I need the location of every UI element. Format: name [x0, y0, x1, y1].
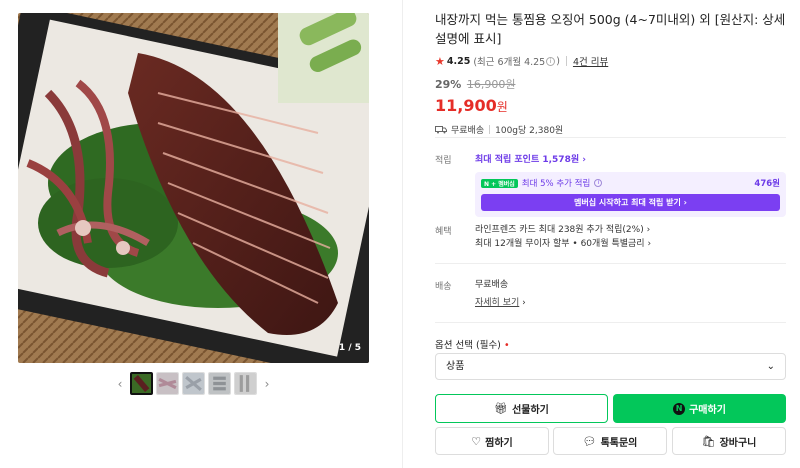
required-mark: • — [503, 340, 510, 351]
extra-points-text: 최대 5% 추가 적립 — [521, 179, 591, 189]
naver-pay-icon: N — [673, 402, 686, 415]
max-points-text: 최대 적립 포인트 1,578원 — [475, 155, 580, 165]
rating-row: ★ 4.25 (최근 6개월 4.25 i ) 4건 리뷰 — [435, 54, 786, 69]
truck-icon — [435, 126, 447, 134]
delivery-label: 배송 — [435, 282, 452, 292]
info-icon[interactable]: i — [594, 179, 603, 187]
chevron-down-icon: ⌄ — [766, 361, 775, 372]
membership-button-label: 멤버십 시작하고 최대 적립 받기 — [574, 198, 681, 207]
thumbnail-1[interactable] — [130, 372, 153, 395]
benefits-section: 혜택 라인프렌즈 카드 최대 238원 추가 적립(2%) › 최대 12개월 … — [435, 223, 786, 255]
price-unit: 원 — [496, 100, 508, 114]
column-divider — [402, 0, 403, 468]
option-selected-value: 상품 — [446, 361, 465, 372]
delivery-section: 배송 무료배송 자세히 보기 › — [435, 278, 786, 310]
membership-button[interactable]: 멤버십 시작하고 최대 적립 받기 › — [481, 194, 780, 211]
chevron-right-icon[interactable]: › — [260, 377, 274, 391]
image-counter: 1 / 5 — [338, 343, 361, 353]
extra-points-amount: 476원 — [754, 179, 780, 189]
delivery-value: 무료배송 — [475, 280, 509, 290]
chevron-left-icon[interactable]: ‹ — [113, 377, 127, 391]
rating-value: 4.25 — [446, 55, 471, 67]
unit-price: 100g당 2,380원 — [495, 126, 564, 136]
card-benefit-text: 라인프렌즈 카드 최대 238원 추가 적립(2%) — [475, 225, 644, 235]
card-benefit[interactable]: 라인프렌즈 카드 최대 238원 추가 적립(2%) › — [475, 223, 786, 237]
price-row: 11,900원 — [435, 96, 786, 115]
rating-detail-close: ) — [556, 55, 560, 67]
naver-membership-badge: N + 멤버십 — [481, 178, 518, 188]
discount-rate: 29% — [435, 78, 462, 91]
divider — [565, 56, 567, 66]
thumbnail-5[interactable] — [234, 372, 257, 395]
cart-button-label: 장바구니 — [719, 437, 757, 449]
wish-button[interactable]: ♡ 찜하기 — [435, 427, 549, 455]
delivery-detail[interactable]: 자세히 보기 › — [475, 296, 786, 310]
talk-button[interactable]: 💬︎ 톡톡문의 — [553, 427, 667, 455]
thumbnail-4[interactable] — [208, 372, 231, 395]
installment-benefit-text: 최대 12개월 무이자 할부 • 60개월 특별금리 — [475, 239, 645, 249]
option-label-text: 옵션 선택 (필수) — [435, 340, 501, 351]
product-title: 내장까지 먹는 통찜용 오징어 500g (4~7미내외) 외 [원산지: 상세… — [435, 12, 786, 46]
chat-icon: 💬︎ — [582, 434, 597, 448]
max-points-link[interactable]: 최대 적립 포인트 1,578원 › — [475, 155, 586, 165]
section-divider — [435, 137, 786, 138]
info-icon[interactable]: i — [546, 56, 556, 66]
thumbnail-2[interactable] — [156, 372, 179, 395]
sale-price: 11,900 — [435, 96, 497, 115]
thumbnail-3[interactable] — [182, 372, 205, 395]
gift-icon: 🎁︎ — [494, 402, 509, 415]
section-divider — [435, 263, 786, 264]
shipping-row: 무료배송 100g당 2,380원 — [435, 123, 786, 136]
points-label: 적립 — [435, 156, 452, 166]
buy-button-label: 구매하기 — [689, 405, 726, 416]
heart-icon: ♡ — [471, 434, 482, 448]
product-info: 내장까지 먹는 통찜용 오징어 500g (4~7미내외) 외 [원산지: 상세… — [435, 10, 786, 136]
original-price: 16,900원 — [466, 78, 516, 91]
talk-button-label: 톡톡문의 — [600, 437, 638, 449]
option-label: 옵션 선택 (필수) • — [435, 337, 510, 351]
installment-benefit[interactable]: 최대 12개월 무이자 할부 • 60개월 특별금리 › — [475, 237, 786, 251]
gift-button-label: 선물하기 — [512, 405, 549, 416]
delivery-detail-link: 자세히 보기 — [475, 298, 520, 308]
section-divider — [435, 322, 786, 323]
discount-row: 29% 16,900원 — [435, 76, 786, 92]
benefits-label: 혜택 — [435, 227, 452, 237]
gift-button[interactable]: 🎁︎ 선물하기 — [435, 394, 608, 423]
cart-button[interactable]: 🛍︎ 장바구니 — [672, 427, 786, 455]
wish-button-label: 찜하기 — [485, 437, 513, 449]
cart-icon: 🛍︎ — [701, 434, 716, 448]
points-section: 적립 최대 적립 포인트 1,578원 › N + 멤버십 최대 5% 추가 적… — [435, 152, 786, 217]
shipping-fee: 무료배송 — [451, 126, 485, 136]
divider — [489, 125, 491, 134]
thumbnail-strip: ‹ › — [0, 372, 387, 395]
rating-detail: (최근 6개월 4.25 — [473, 57, 546, 68]
option-select[interactable]: 상품 ⌄ — [435, 353, 786, 380]
buy-button[interactable]: N 구매하기 — [613, 394, 786, 423]
membership-box: N + 멤버십 최대 5% 추가 적립 i 476원 멤버십 시작하고 최대 적… — [475, 172, 786, 217]
product-main-image[interactable]: 1 / 5 — [18, 13, 369, 363]
review-link[interactable]: 4건 리뷰 — [573, 54, 608, 68]
star-icon: ★ — [435, 54, 445, 68]
